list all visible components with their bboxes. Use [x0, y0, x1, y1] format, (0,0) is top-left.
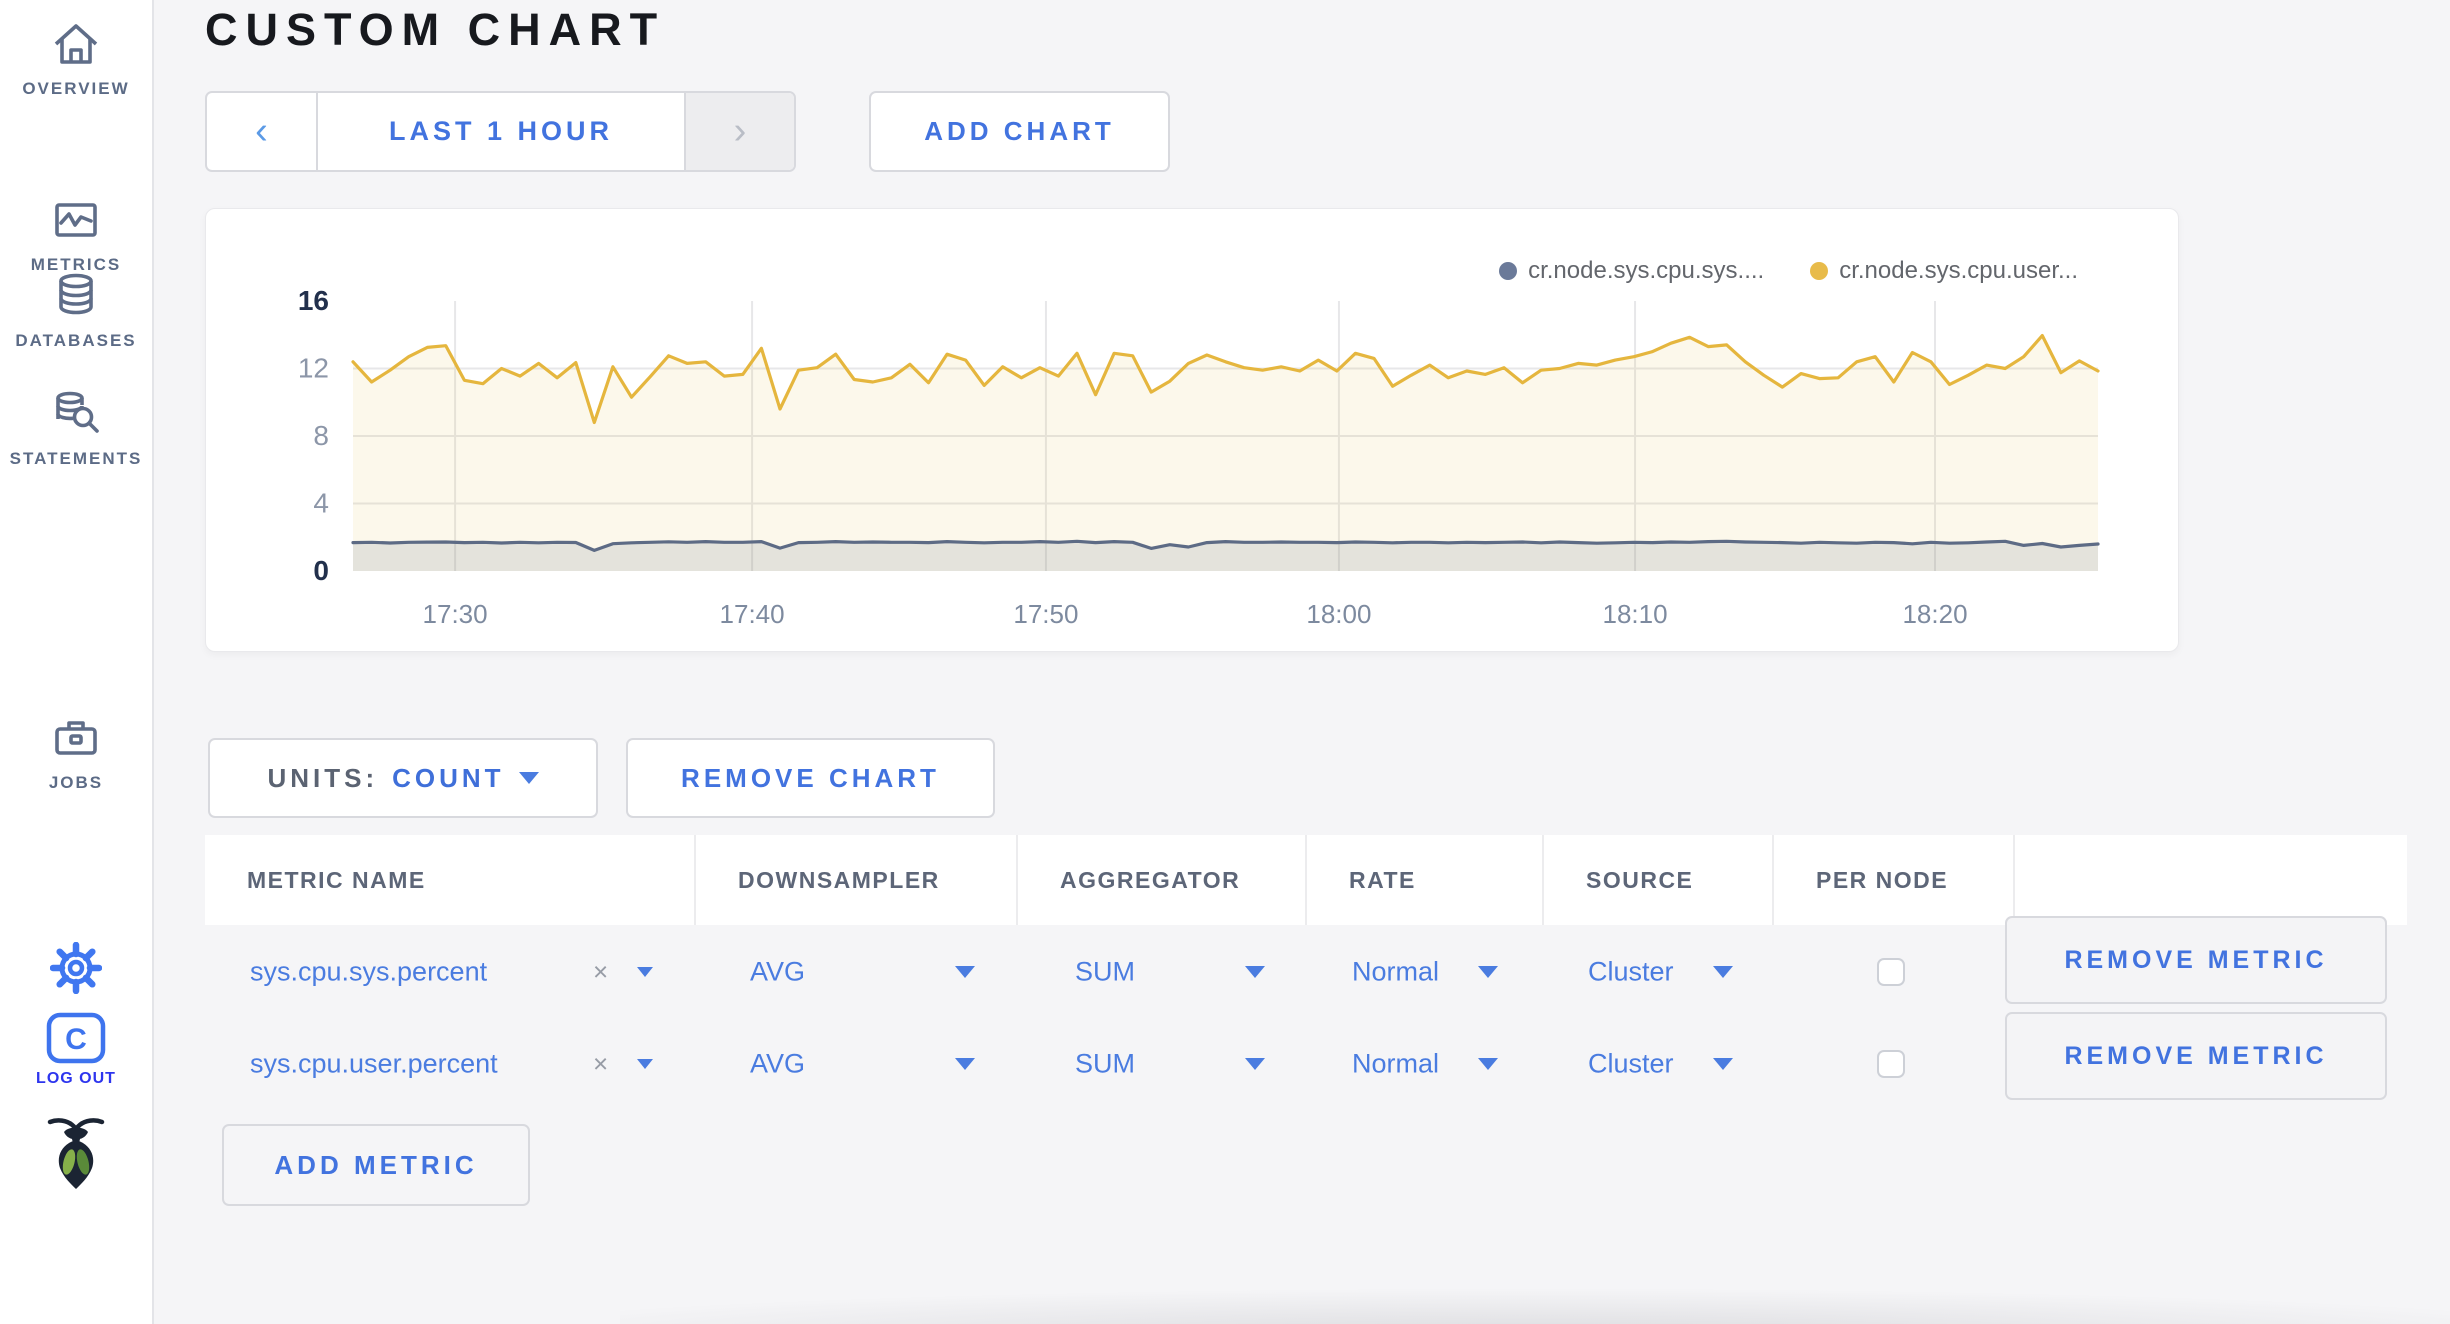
chevron-down-icon[interactable]	[637, 967, 653, 977]
settings-button[interactable]	[0, 942, 152, 994]
legend-dot-user	[1810, 262, 1829, 280]
chevron-down-icon[interactable]	[1245, 1058, 1265, 1070]
legend-dot-sys	[1499, 262, 1518, 280]
cockroach-bug-icon	[47, 1118, 105, 1189]
metrics-table-header: METRIC NAME DOWNSAMPLER AGGREGATOR RATE …	[205, 835, 2407, 925]
metric-name-value[interactable]: sys.cpu.sys.percent	[250, 957, 487, 988]
svg-text:17:30: 17:30	[423, 599, 488, 629]
sidebar-item-overview[interactable]: OVERVIEW	[0, 16, 152, 99]
remove-metric-button[interactable]: REMOVE METRIC	[2005, 1012, 2387, 1100]
time-range-next-button[interactable]: ›	[684, 93, 794, 170]
chart-card: 17:30 17:40 17:50 18:00 18:10 18:20 16 12 8 4 0 cr…	[205, 208, 2179, 652]
units-value: COUNT	[392, 762, 505, 793]
svg-text:4: 4	[313, 488, 329, 519]
legend-label: cr.node.sys.cpu.sys....	[1528, 257, 1765, 284]
units-dropdown[interactable]: UNITS: COUNT	[208, 738, 598, 818]
logout-button[interactable]: C LOG OUT	[0, 1012, 152, 1088]
svg-text:18:20: 18:20	[1902, 599, 1967, 629]
chevron-right-icon: ›	[733, 110, 747, 152]
sidebar-item-label: JOBS	[48, 773, 104, 792]
scroll-shadow	[620, 1284, 2450, 1324]
chevron-down-icon[interactable]	[1478, 966, 1498, 978]
column-header-downsampler: DOWNSAMPLER	[694, 835, 1016, 925]
svg-text:0: 0	[313, 555, 329, 586]
home-icon	[54, 24, 98, 64]
remove-chart-button[interactable]: REMOVE CHART	[626, 738, 995, 818]
chevron-down-icon[interactable]	[955, 966, 975, 978]
sidebar-item-jobs[interactable]: JOBS	[0, 710, 152, 793]
column-header-metric-name: METRIC NAME	[247, 866, 426, 893]
sidebar-item-label: DATABASES	[15, 331, 137, 350]
metrics-chart-icon	[55, 203, 97, 237]
add-chart-button[interactable]: ADD CHART	[869, 91, 1170, 172]
custom-chart-page: OVERVIEW METRICS DATABASES STATEMENTS JO…	[0, 0, 2450, 1324]
svg-text:17:40: 17:40	[720, 599, 785, 629]
time-range-selector: ‹ LAST 1 HOUR ›	[205, 91, 796, 172]
column-header-actions	[2013, 835, 2407, 925]
downsampler-value[interactable]: AVG	[750, 957, 805, 988]
database-icon	[59, 273, 93, 315]
chevron-down-icon[interactable]	[1713, 966, 1733, 978]
svg-text:16: 16	[298, 285, 329, 316]
svg-text:C: C	[65, 1023, 87, 1056]
downsampler-value[interactable]: AVG	[750, 1049, 805, 1080]
per-node-checkbox[interactable]	[1877, 1050, 1905, 1078]
logout-label: LOG OUT	[36, 1070, 116, 1087]
svg-text:18:10: 18:10	[1603, 599, 1668, 629]
briefcase-icon	[55, 721, 97, 755]
chevron-down-icon	[518, 772, 539, 784]
time-range-prev-button[interactable]: ‹	[207, 93, 318, 170]
column-header-aggregator: AGGREGATOR	[1016, 835, 1305, 925]
chevron-down-icon[interactable]	[1478, 1058, 1498, 1070]
aggregator-value[interactable]: SUM	[1075, 957, 1135, 988]
chevron-down-icon[interactable]	[637, 1059, 653, 1069]
legend-item-sys[interactable]: cr.node.sys.cpu.sys....	[1499, 257, 1764, 285]
svg-text:12: 12	[298, 353, 329, 384]
column-header-source: SOURCE	[1542, 835, 1772, 925]
time-range-dropdown[interactable]: LAST 1 HOUR	[318, 93, 684, 170]
chevron-down-icon[interactable]	[955, 1058, 975, 1070]
cockroachdb-logo	[0, 1114, 152, 1190]
cockroach-c-logo-icon: C	[46, 1012, 106, 1064]
sidebar-item-statements[interactable]: STATEMENTS	[0, 386, 152, 469]
clear-metric-icon[interactable]: ×	[593, 957, 608, 988]
rate-value[interactable]: Normal	[1352, 957, 1439, 988]
sidebar-item-label: OVERVIEW	[22, 79, 130, 98]
sidebar: OVERVIEW METRICS DATABASES STATEMENTS JO…	[0, 0, 154, 1324]
legend-label: cr.node.sys.cpu.user...	[1839, 257, 2078, 284]
clear-metric-icon[interactable]: ×	[593, 1049, 608, 1080]
add-metric-button[interactable]: ADD METRIC	[222, 1124, 530, 1206]
svg-text:8: 8	[313, 420, 329, 451]
chevron-left-icon: ‹	[255, 110, 268, 152]
source-value[interactable]: Cluster	[1588, 957, 1674, 988]
chevron-down-icon[interactable]	[1713, 1058, 1733, 1070]
gear-icon	[50, 942, 102, 994]
rate-value[interactable]: Normal	[1352, 1049, 1439, 1080]
page-title: CUSTOM CHART	[205, 4, 666, 55]
chart-legend: cr.node.sys.cpu.sys.... cr.node.sys.cpu.…	[1499, 257, 2078, 285]
sidebar-item-label: STATEMENTS	[9, 449, 143, 468]
source-value[interactable]: Cluster	[1588, 1049, 1674, 1080]
statements-search-icon	[56, 391, 99, 433]
time-range-label: LAST 1 HOUR	[388, 116, 613, 146]
metric-name-value[interactable]: sys.cpu.user.percent	[250, 1049, 498, 1080]
svg-text:17:50: 17:50	[1013, 599, 1078, 629]
sidebar-item-metrics[interactable]: METRICS	[0, 192, 152, 275]
chevron-down-icon[interactable]	[1245, 966, 1265, 978]
per-node-checkbox[interactable]	[1877, 958, 1905, 986]
column-header-per-node: PER NODE	[1772, 835, 2013, 925]
sidebar-item-databases[interactable]: DATABASES	[0, 268, 152, 351]
svg-text:18:00: 18:00	[1306, 599, 1371, 629]
legend-item-user[interactable]: cr.node.sys.cpu.user...	[1810, 257, 2078, 285]
units-label: UNITS:	[267, 762, 379, 793]
remove-metric-button[interactable]: REMOVE METRIC	[2005, 916, 2387, 1004]
column-header-rate: RATE	[1305, 835, 1542, 925]
aggregator-value[interactable]: SUM	[1075, 1049, 1135, 1080]
